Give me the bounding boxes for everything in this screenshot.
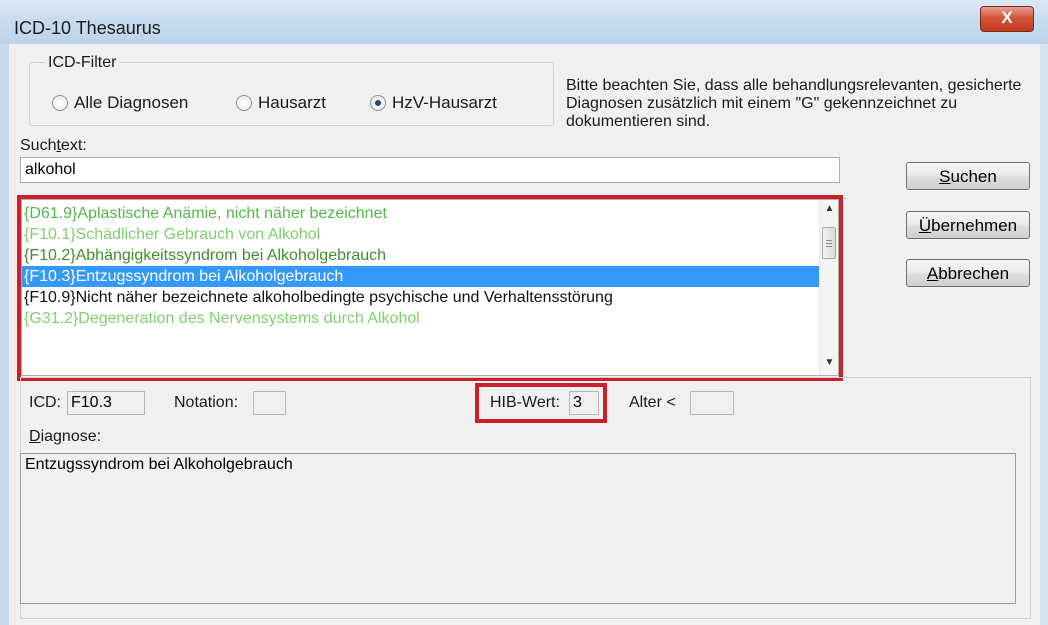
- radio-label: Hausarzt: [258, 93, 327, 112]
- notation-label: Notation:: [174, 394, 239, 411]
- title-bar[interactable]: ICD-10 Thesaurus X: [0, 0, 1048, 44]
- highlight-results-list: [17, 195, 843, 381]
- highlight-hib-wert: [475, 383, 607, 423]
- close-button[interactable]: X: [980, 6, 1034, 32]
- radio-circle-icon: [236, 95, 252, 111]
- suchen-button[interactable]: Suchen: [906, 162, 1030, 190]
- abbrechen-button[interactable]: Abbrechen: [906, 259, 1030, 287]
- close-icon: X: [1001, 8, 1013, 27]
- diagnose-textbox[interactable]: Entzugssyndrom bei Alkoholgebrauch: [20, 453, 1016, 604]
- search-input[interactable]: alkohol: [20, 157, 840, 183]
- uebernehmen-button[interactable]: Übernehmen: [906, 211, 1030, 239]
- window-frame-left: [0, 44, 9, 625]
- notation-field: [253, 391, 286, 415]
- radio-label: HzV-Hausarzt: [392, 93, 497, 112]
- radio-selected-icon: [370, 95, 386, 111]
- icd-filter-label: ICD-Filter: [45, 54, 120, 72]
- alter-label: Alter <: [629, 394, 676, 411]
- search-label: Suchtext:: [20, 137, 87, 154]
- icd-label: ICD:: [29, 394, 61, 411]
- documentation-notice: Bitte beachten Sie, dass alle behandlung…: [566, 77, 1022, 130]
- icd-thesaurus-window: ICD-10 Thesaurus X ICD-Filter Alle Diagn…: [0, 0, 1048, 625]
- dialog-client-area: ICD-Filter Alle Diagnosen Hausarzt HzV-H…: [9, 44, 1040, 625]
- window-title: ICD-10 Thesaurus: [14, 18, 161, 38]
- radio-label: Alle Diagnosen: [74, 93, 189, 112]
- window-frame-right: [1040, 44, 1048, 625]
- diagnose-label: Diagnose:: [29, 428, 102, 445]
- icd-code-field: F10.3: [67, 391, 145, 415]
- alter-field: [690, 391, 734, 415]
- radio-circle-icon: [52, 95, 68, 111]
